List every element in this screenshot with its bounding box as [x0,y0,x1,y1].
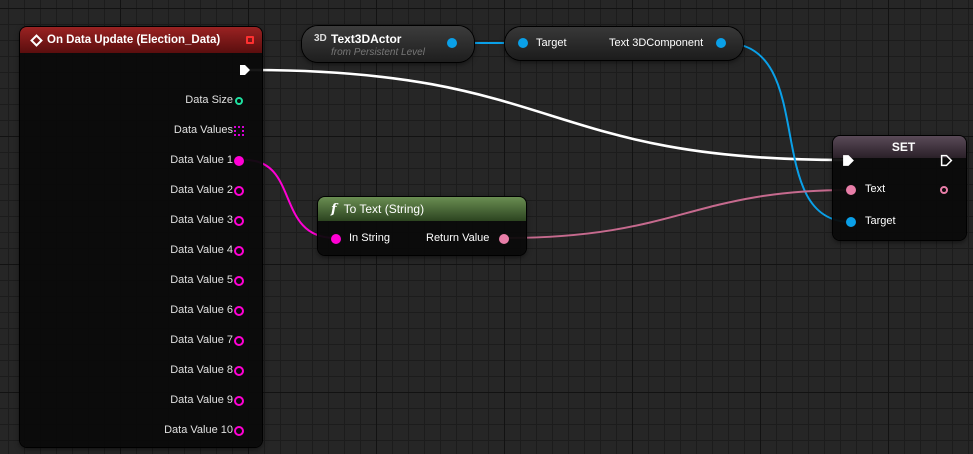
data-value-1-pin[interactable] [234,156,244,166]
pin-label-data-value-1: Data Value 1 [170,154,233,166]
set-text-label: Text [865,183,886,195]
actor-node-title: Text3DActor [331,32,402,46]
set-exec-out-pin[interactable] [940,154,953,167]
data-value-6-pin[interactable] [234,306,244,316]
set-exec-in-pin[interactable] [842,154,855,167]
pin-label-data-value-9: Data Value 9 [170,394,233,406]
pin-label-data-value-8: Data Value 8 [170,364,233,376]
return-value-label: Return Value [426,232,490,244]
pin-label-data-values: Data Values [173,124,233,136]
pin-label-data-size: Data Size [185,94,233,106]
data-value-10-pin[interactable] [234,426,244,436]
data-value-4-pin[interactable] [234,246,244,256]
text3d-actor-reference-node[interactable]: 3D Text3DActor from Persistent Level [302,26,474,62]
pin-label-data-value-7: Data Value 7 [170,334,233,346]
in-string-label: In String [349,232,390,244]
function-icon: f [331,201,337,217]
pin-label-data-value-2: Data Value 2 [170,184,233,196]
actor-node-subtitle: from Persistent Level [331,47,425,58]
getter-output-label: Text 3DComponent [609,37,704,49]
set-text-pin[interactable] [846,185,856,195]
set-text-output-pin[interactable] [940,186,948,194]
getter-output-pin[interactable] [716,38,726,48]
actor-3d-badge: 3D [314,33,327,44]
pin-label-data-value-3: Data Value 3 [170,214,233,226]
data-value-9-pin[interactable] [234,396,244,406]
to-text-node-title: To Text (String) [343,202,425,216]
return-value-pin[interactable] [499,234,509,244]
on-data-update-event-node[interactable]: On Data Update (Election_Data) Data Size… [20,27,262,447]
event-icon [30,33,43,47]
event-delegate-pin[interactable] [246,36,254,44]
data-value-3-pin[interactable] [234,216,244,226]
in-string-pin[interactable] [331,234,341,244]
pin-label-data-value-5: Data Value 5 [170,274,233,286]
data-values-map-pin[interactable] [234,126,244,136]
to-text-string-node[interactable]: f To Text (String) In String Return Valu… [318,197,526,255]
data-value-7-pin[interactable] [234,336,244,346]
event-node-header[interactable]: On Data Update (Election_Data) [20,27,262,53]
actor-output-pin[interactable] [447,38,457,48]
set-node-title: SET [891,140,916,154]
getter-target-label: Target [536,37,567,49]
data-value-5-pin[interactable] [234,276,244,286]
getter-target-pin[interactable] [518,38,528,48]
pin-label-data-value-6: Data Value 6 [170,304,233,316]
pin-label-data-value-10: Data Value 10 [164,424,233,436]
set-target-label: Target [865,215,896,227]
data-value-2-pin[interactable] [234,186,244,196]
pin-label-data-value-4: Data Value 4 [170,244,233,256]
data-value-8-pin[interactable] [234,366,244,376]
text3d-component-getter-node[interactable]: Target Text 3DComponent [505,27,743,60]
set-node[interactable]: SET Text Target [833,136,966,240]
set-target-pin[interactable] [846,217,856,227]
data-size-pin[interactable] [235,97,243,105]
event-node-title: On Data Update (Election_Data) [47,34,221,46]
to-text-node-header[interactable]: f To Text (String) [318,197,526,221]
event-exec-out-pin[interactable] [239,64,251,76]
